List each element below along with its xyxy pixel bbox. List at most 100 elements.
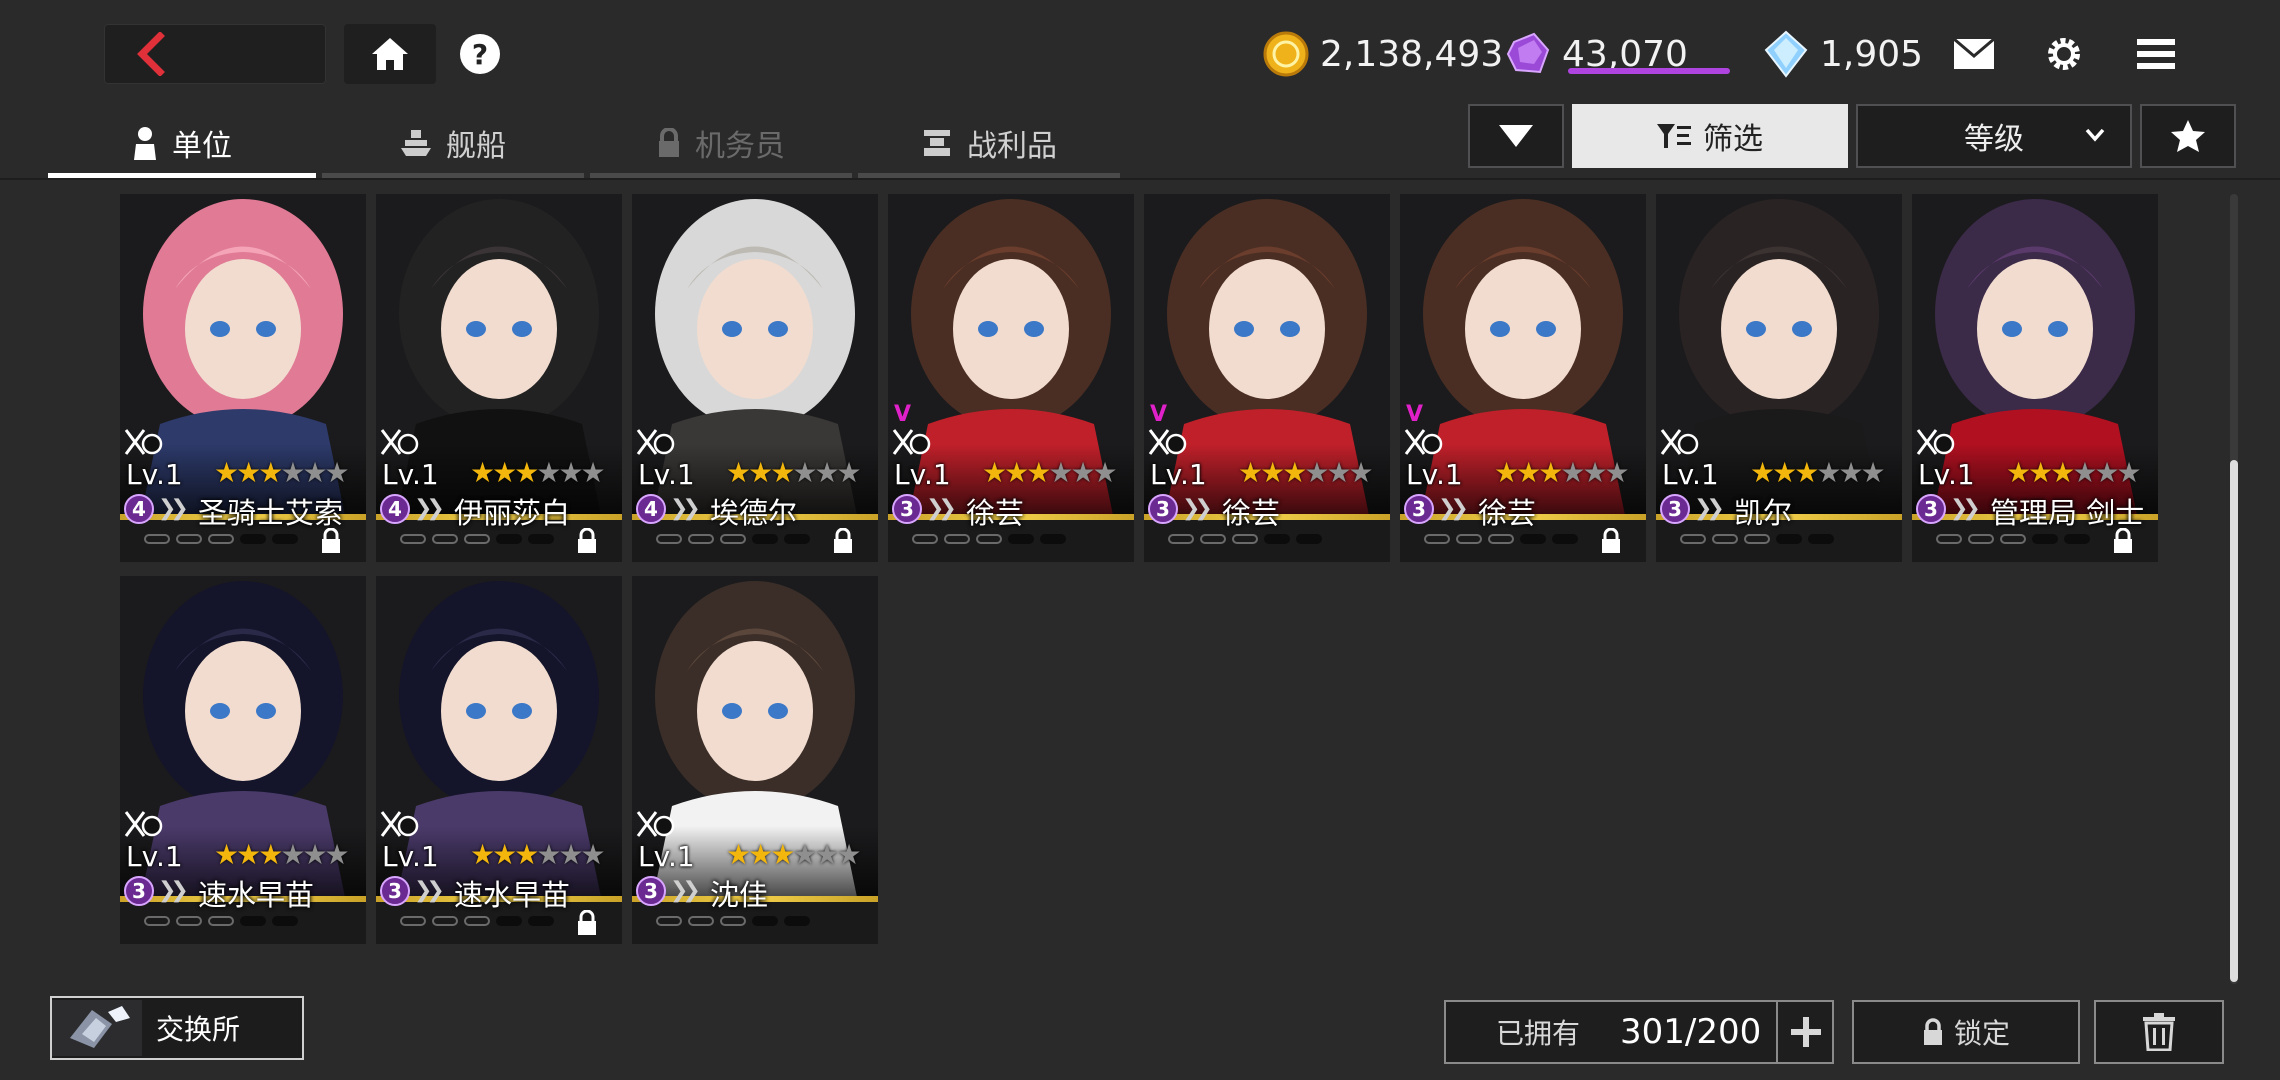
gold-currency[interactable]: 2,138,493 <box>1262 22 1503 86</box>
lock-button[interactable]: 锁定 <box>1852 1000 2080 1064</box>
growth-pips <box>1680 534 1834 544</box>
target-role-icon <box>124 811 163 837</box>
star-rating: ★★★★★★ <box>1750 456 1886 489</box>
unit-card[interactable]: Lv.1 ★★★★★★ 3 ❯❯ 沈佳 <box>632 576 878 944</box>
pip <box>432 534 458 544</box>
growth-pips <box>400 534 554 544</box>
star-filled-icon: ★ <box>470 456 495 489</box>
pip <box>240 534 266 544</box>
star-filled-icon: ★ <box>1750 456 1775 489</box>
blue-crystal-icon <box>1764 30 1808 78</box>
star-empty-icon: ★ <box>536 456 561 489</box>
delete-button[interactable] <box>2094 1000 2224 1064</box>
tab-crew[interactable]: 机务员 <box>590 112 852 178</box>
gem-currency[interactable]: 43,070 <box>1504 22 1688 86</box>
ship-icon <box>400 128 432 158</box>
pip <box>176 916 202 926</box>
unit-card[interactable]: Lv.1 ★★★★★★ 4 ❯❯ 伊丽莎白 <box>376 194 622 562</box>
lock-icon <box>578 528 596 553</box>
pip <box>240 916 266 926</box>
star-filled-icon: ★ <box>748 456 773 489</box>
pip <box>496 534 522 544</box>
menu-button[interactable] <box>2132 30 2180 78</box>
home-button[interactable] <box>344 24 436 84</box>
growth-pips <box>656 916 810 926</box>
unit-rank-badge: 3 <box>1148 494 1178 524</box>
chevron-rank-icon: ❯❯ <box>1182 496 1213 521</box>
pip <box>1296 534 1322 544</box>
tab-ships[interactable]: 舰船 <box>322 112 584 178</box>
growth-pips <box>1424 534 1578 544</box>
star-empty-icon: ★ <box>280 838 305 871</box>
growth-pips <box>144 916 298 926</box>
pip <box>1936 534 1962 544</box>
back-button[interactable] <box>104 24 326 84</box>
help-button[interactable]: ? <box>460 34 500 74</box>
sort-order-button[interactable] <box>1468 104 1564 168</box>
sort-dropdown[interactable]: 等级 <box>1856 104 2132 168</box>
filter-button[interactable]: 筛选 <box>1572 104 1848 168</box>
unit-level: Lv.1 <box>638 458 695 491</box>
favorite-button[interactable] <box>2140 104 2236 168</box>
unit-card[interactable]: V Lv.1 ★★★★★★ 3 ❯❯ 徐芸 <box>1400 194 1646 562</box>
pip <box>464 534 490 544</box>
pip <box>784 534 810 544</box>
star-empty-icon: ★ <box>280 456 305 489</box>
unit-card[interactable]: Lv.1 ★★★★★★ 3 ❯❯ 速水早苗 <box>120 576 366 944</box>
unit-name: 凯尔 <box>1734 496 1793 530</box>
unit-rank-badge: 4 <box>380 494 410 524</box>
unit-name: 沈佳 <box>710 878 769 912</box>
pip <box>2064 534 2090 544</box>
pip <box>688 916 714 926</box>
mail-button[interactable] <box>1950 30 1998 78</box>
pip <box>1040 534 1066 544</box>
exchange-button[interactable]: 交换所 <box>50 996 304 1060</box>
chevron-rank-icon: ❯❯ <box>158 878 189 903</box>
star-filled-icon: ★ <box>214 838 239 871</box>
star-filled-icon: ★ <box>1004 456 1029 489</box>
pip <box>912 534 938 544</box>
settings-button[interactable] <box>2040 30 2088 78</box>
header-divider <box>0 178 2280 180</box>
star-empty-icon: ★ <box>792 456 817 489</box>
star-empty-icon: ★ <box>302 456 327 489</box>
exchange-icon <box>52 1000 142 1056</box>
chevron-rank-icon: ❯❯ <box>1438 496 1469 521</box>
tab-trophies[interactable]: 战利品 <box>858 112 1120 178</box>
purple-gem-icon <box>1506 32 1550 74</box>
pip <box>1456 534 1482 544</box>
unit-card[interactable]: Lv.1 ★★★★★★ 3 ❯❯ 管理局 剑士 <box>1912 194 2158 562</box>
unit-card[interactable]: V Lv.1 ★★★★★★ 3 ❯❯ 徐芸 <box>888 194 1134 562</box>
unit-name: 速水早苗 <box>198 878 315 912</box>
unit-card[interactable]: Lv.1 ★★★★★★ 3 ❯❯ 凯尔 <box>1656 194 1902 562</box>
crystal-currency[interactable]: 1,905 <box>1762 22 1923 86</box>
owned-label: 已拥有 <box>1496 1017 1581 1050</box>
unit-card[interactable]: Lv.1 ★★★★★★ 4 ❯❯ 圣骑士艾索 <box>120 194 366 562</box>
star-filled-icon: ★ <box>236 456 261 489</box>
expand-capacity-button[interactable] <box>1776 1000 1834 1064</box>
gear-icon <box>2048 38 2080 70</box>
chevron-rank-icon: ❯❯ <box>670 878 701 903</box>
rifle-role-icon <box>380 429 419 455</box>
pip <box>752 916 778 926</box>
star-empty-icon: ★ <box>2072 456 2097 489</box>
pip <box>272 916 298 926</box>
star-rating: ★★★★★★ <box>214 456 350 489</box>
unit-level: Lv.1 <box>1662 458 1719 491</box>
unit-rank-badge: 3 <box>1916 494 1946 524</box>
unit-name: 埃德尔 <box>710 496 798 530</box>
tab-units[interactable]: 单位 <box>48 112 316 178</box>
chevron-rank-icon: ❯❯ <box>414 878 445 903</box>
pip <box>144 534 170 544</box>
lock-icon <box>322 528 340 553</box>
chevron-rank-icon: ❯❯ <box>1694 496 1725 521</box>
unit-card[interactable]: V Lv.1 ★★★★★★ 3 ❯❯ 徐芸 <box>1144 194 1390 562</box>
star-empty-icon: ★ <box>792 838 817 871</box>
unit-rank-badge: 3 <box>1404 494 1434 524</box>
unit-level: Lv.1 <box>638 840 695 873</box>
unit-name: 圣骑士艾索 <box>198 496 344 530</box>
star-filled-icon: ★ <box>258 456 283 489</box>
unit-card[interactable]: Lv.1 ★★★★★★ 4 ❯❯ 埃德尔 <box>632 194 878 562</box>
unit-card[interactable]: Lv.1 ★★★★★★ 3 ❯❯ 速水早苗 <box>376 576 622 944</box>
scrollbar-thumb[interactable] <box>2230 460 2238 982</box>
